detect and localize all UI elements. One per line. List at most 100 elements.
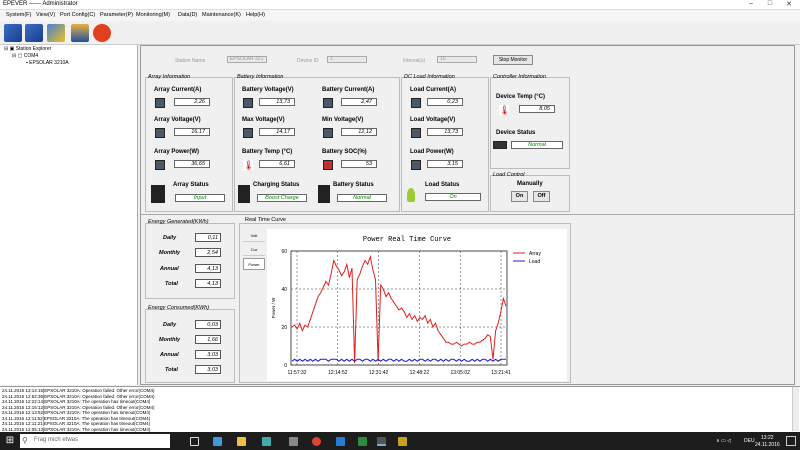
- log-line: 24.11.2016 12:22:14[EPSOLAR 3210A: The o…: [2, 399, 151, 404]
- maximize-button[interactable]: □: [761, 0, 779, 7]
- tab-power[interactable]: Power: [243, 258, 265, 270]
- energy-gen-annual-label: Annual: [160, 266, 179, 272]
- excel-icon[interactable]: [358, 437, 367, 446]
- menu-bar: System(F) View(V) Port Config(C) Paramet…: [0, 10, 800, 21]
- battery-voltage-value: 13,73: [259, 98, 295, 106]
- solar-panel-icon[interactable]: [4, 24, 22, 42]
- app-icon[interactable]: [289, 437, 298, 446]
- clock-time[interactable]: 13:22: [761, 435, 774, 441]
- charging-status-value: Boost Charge: [257, 194, 307, 202]
- energy-con-total-value: 3,03: [195, 365, 221, 374]
- plot-area: [290, 250, 508, 366]
- load-status-value: On: [425, 193, 481, 201]
- tree-port-label: COM4: [23, 53, 39, 59]
- load-info-title: DC Load Information: [404, 74, 455, 80]
- energy-gen-monthly-label: Monthly: [159, 250, 181, 256]
- windows-start-icon[interactable]: ⊞: [4, 435, 16, 447]
- battery-soc-label: Battery SOC(%): [322, 149, 367, 155]
- close-button[interactable]: ✕: [780, 0, 798, 8]
- battery-temp-label: Battery Temp (°C): [242, 149, 293, 155]
- device-id-field[interactable]: 1: [327, 56, 367, 63]
- load-current-label: Load Current(A): [410, 87, 456, 93]
- array-power-label: Array Power(W): [154, 149, 200, 155]
- tree-port[interactable]: ⊟ ▢ COM4: [12, 53, 38, 59]
- toolbar: [0, 21, 800, 45]
- station-explorer-tree: ⊟ ▣ Station Explorer ⊟ ▢ COM4 ▪ EPSOLAR …: [0, 45, 138, 385]
- meter-icon: [411, 128, 421, 138]
- load-off-button[interactable]: Off: [533, 191, 550, 202]
- tree-device-label: EPSOLAR 3210A: [29, 60, 69, 66]
- load-on-button[interactable]: On: [511, 191, 528, 202]
- language-indicator[interactable]: DEU: [744, 438, 755, 444]
- menu-parameter[interactable]: Parameter(P): [100, 12, 133, 18]
- power-icon[interactable]: [93, 24, 111, 42]
- solar-panel-icon: [151, 185, 165, 203]
- search-icon: ⚲: [22, 436, 28, 445]
- log-line: 24.11.2016 12:11:21[EPSOLAR 3210A: The o…: [2, 421, 151, 426]
- menu-system[interactable]: System(F): [6, 12, 31, 18]
- taskbar-search-box[interactable]: ⚲ Frag mich etwas: [20, 434, 170, 448]
- edge-icon[interactable]: [213, 437, 222, 446]
- chart-title: Power Real Time Curve: [363, 236, 451, 244]
- printer-icon[interactable]: [71, 24, 89, 42]
- device-temp-label: Device Temp (°C): [496, 94, 545, 100]
- clock-date[interactable]: 24.11.2016: [755, 442, 780, 448]
- x-tick-label: 12:31:42: [369, 370, 389, 376]
- main-panel: Station Name EPSOLAR 321 Device ID 1 Int…: [140, 45, 795, 385]
- menu-help[interactable]: Help(H): [246, 12, 265, 18]
- controller-device-icon: [493, 141, 507, 149]
- load-voltage-label: Load Voltage(V): [410, 117, 456, 123]
- energy-gen-total-value: 4,13: [195, 279, 221, 288]
- stop-monitor-button[interactable]: Stop Monitor: [493, 55, 533, 65]
- battery-soc-value: 53: [341, 160, 377, 168]
- meter-icon: [323, 128, 333, 138]
- solar-array-icon[interactable]: [25, 24, 43, 42]
- taskbar-search-placeholder: Frag mich etwas: [34, 437, 79, 443]
- store-icon[interactable]: [262, 437, 271, 446]
- charging-status-label: Charging Status: [253, 182, 300, 188]
- device-status-label: Device Status: [496, 130, 536, 136]
- solar-settings-icon[interactable]: [47, 24, 65, 42]
- x-tick-label: 12:14:52: [328, 370, 348, 376]
- interval-field[interactable]: 10: [437, 56, 477, 63]
- energy-consumed-title: Energy Consumed(KWh): [148, 305, 210, 311]
- load-voltage-value: 13,73: [427, 128, 463, 136]
- menu-port-config[interactable]: Port Config(C): [60, 12, 95, 18]
- notification-icon[interactable]: [786, 436, 796, 446]
- tab-volt[interactable]: Volt: [243, 230, 265, 242]
- menu-view[interactable]: View(V): [36, 12, 55, 18]
- tray-icons[interactable]: ∧ ▭ ◁: [716, 438, 731, 444]
- task-view-icon[interactable]: [190, 437, 199, 446]
- menu-data[interactable]: Data(D): [178, 12, 197, 18]
- array-power-value: 36,65: [174, 160, 210, 168]
- ie-icon[interactable]: [336, 437, 345, 446]
- tree-device[interactable]: ▪ EPSOLAR 3210A: [26, 60, 69, 66]
- menu-maintenance[interactable]: Maintenance(K): [202, 12, 241, 18]
- epever-app-icon[interactable]: [377, 437, 386, 446]
- legend-label: Array: [529, 251, 541, 257]
- log-line: 24.11.2016 12:13:52[EPSOLAR 3210A: The o…: [2, 410, 151, 415]
- app-icon[interactable]: [398, 437, 407, 446]
- x-tick-label: 13:21:41: [491, 370, 511, 376]
- tab-cur[interactable]: Cur: [243, 244, 265, 256]
- menu-monitoring[interactable]: Monitoring(M): [136, 12, 170, 18]
- meter-icon: [323, 98, 333, 108]
- taskbar: ⊞ ⚲ Frag mich etwas ∧ ▭ ◁ DEU 13:22 24.1…: [0, 432, 800, 450]
- x-tick-label: 12:48:22: [410, 370, 430, 376]
- station-name-field[interactable]: EPSOLAR 321: [227, 56, 267, 63]
- battery-status-value: Normal: [337, 194, 387, 202]
- y-tick-label: 40: [281, 287, 287, 293]
- station-name-label: Station Name: [175, 58, 206, 64]
- energy-con-monthly-label: Monthly: [159, 337, 181, 343]
- thermometer-icon: 🌡: [499, 105, 511, 115]
- minimize-button[interactable]: –: [742, 0, 760, 7]
- log-scrollbar[interactable]: [792, 387, 799, 431]
- meter-icon: [243, 128, 253, 138]
- file-explorer-icon[interactable]: [237, 437, 246, 446]
- chrome-icon[interactable]: [312, 437, 321, 446]
- tree-root[interactable]: ⊟ ▣ Station Explorer: [4, 46, 51, 52]
- array-voltage-value: 16,17: [174, 128, 210, 136]
- energy-con-total-label: Total: [165, 367, 178, 373]
- array-info-title: Array Information: [148, 74, 191, 80]
- y-axis-label: Power / W: [271, 297, 276, 319]
